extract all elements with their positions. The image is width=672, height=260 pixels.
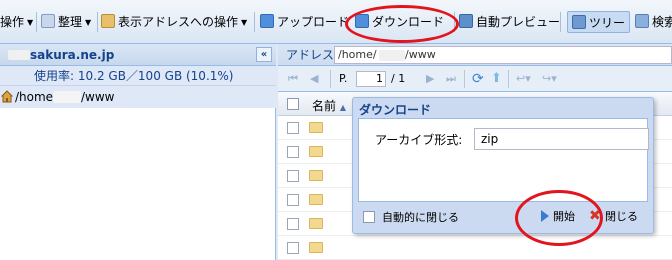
row-checkbox[interactable] — [287, 170, 299, 182]
folder-icon — [309, 146, 323, 157]
upload-label: アップロード — [277, 15, 350, 29]
folder-icon — [309, 218, 323, 229]
address-suffix: /www — [405, 48, 436, 61]
collapse-icon: « — [260, 49, 268, 60]
display-ops-menu[interactable]: 表示アドレスへの操作 ▼ — [101, 11, 247, 33]
main-toolbar: 操作 ▼ 整理 ▼ 表示アドレスへの操作 ▼ アップロード ダウンロード 自動プレビュ… — [0, 0, 672, 44]
name-column-label: 名前 — [312, 99, 337, 113]
row-checkbox[interactable] — [287, 194, 299, 206]
address-label: アドレス: — [286, 48, 339, 62]
toolbar-divider — [560, 12, 561, 32]
tree-item-www[interactable]: /home/ /www — [0, 86, 276, 108]
search-label: 検索 — [652, 15, 672, 29]
sort-asc-icon: ▲ — [339, 103, 346, 112]
next-page-icon[interactable]: ▶ — [426, 71, 434, 87]
refresh-icon[interactable]: ⟳ — [472, 71, 484, 87]
display-ops-label: 表示アドレスへの操作 — [118, 15, 239, 29]
organize-icon — [41, 14, 55, 28]
paging-toolbar: ⏮ ◀ P. 1 / 1 ▶ ⏭ ⟳ ⬆ ↩▾ ↪▾ — [278, 66, 672, 92]
download-dialog: ダウンロード アーカイブ形式: zip 自動的に閉じる 開始 ✖ 閉じる — [352, 97, 654, 234]
tree-toggle-button[interactable]: ツリー — [567, 11, 631, 33]
archive-format-label: アーカイブ形式: — [375, 133, 463, 147]
toolbar-divider — [36, 12, 37, 32]
preview-label: 自動プレビュー — [476, 15, 561, 29]
tree-path-suffix: /www — [81, 90, 115, 104]
first-page-icon[interactable]: ⏮ — [288, 71, 298, 87]
collapse-panel-button[interactable]: « — [256, 47, 272, 62]
tree-path-prefix: /home/ — [15, 90, 58, 104]
chevron-down-icon: ▼ — [27, 18, 34, 27]
folder-icon — [309, 194, 323, 205]
page-label: P. — [339, 72, 348, 85]
name-column-header[interactable]: 名前 ▲ — [312, 97, 346, 114]
address-input[interactable]: /home/ /www — [334, 46, 672, 64]
folder-icon — [309, 122, 323, 133]
select-all-checkbox[interactable] — [287, 98, 299, 110]
home-icon — [1, 90, 13, 103]
search-button[interactable]: 検索 — [635, 11, 672, 33]
pencil-icon — [101, 14, 115, 28]
page-total: / 1 — [391, 72, 406, 85]
folder-icon — [309, 170, 323, 181]
auto-close-label: 自動的に閉じる — [382, 211, 459, 224]
ops-label: 操作 — [0, 15, 25, 29]
page-input[interactable]: 1 — [356, 71, 386, 87]
dialog-body: アーカイブ形式: zip — [358, 118, 649, 202]
upload-icon — [260, 14, 274, 28]
chevron-down-icon: ▼ — [85, 18, 92, 27]
last-page-icon[interactable]: ⏭ — [446, 71, 456, 87]
annotation-ring-download — [345, 5, 459, 43]
tree-label: ツリー — [589, 16, 626, 30]
redacted-block — [8, 50, 30, 60]
disk-usage: 使用率: 10.2 GB／100 GB (10.1%) — [0, 66, 276, 86]
tree-icon — [572, 15, 586, 29]
up-folder-icon[interactable]: ⬆ — [491, 71, 502, 87]
dialog-title: ダウンロード — [359, 103, 432, 117]
archive-format-select[interactable]: zip — [474, 128, 649, 150]
toolbar-divider — [97, 12, 98, 32]
row-checkbox[interactable] — [287, 242, 299, 254]
row-checkbox[interactable] — [287, 146, 299, 158]
organize-menu[interactable]: 整理 ▼ — [41, 11, 91, 33]
back-icon[interactable]: ↩▾ — [516, 71, 531, 87]
preview-icon — [459, 14, 473, 28]
file-row[interactable] — [278, 236, 672, 260]
search-icon — [635, 14, 649, 28]
auto-preview-button[interactable]: 自動プレビュー — [459, 11, 560, 33]
dialog-footer: 自動的に閉じる 開始 ✖ 閉じる — [358, 205, 648, 229]
address-bar: アドレス: /home/ /www — [278, 44, 672, 66]
server-host: sakura.ne.jp — [30, 48, 115, 62]
auto-close-checkbox[interactable] — [363, 211, 375, 223]
ops-menu[interactable]: 操作 ▼ — [0, 11, 33, 33]
chevron-down-icon: ▼ — [241, 18, 248, 27]
address-prefix: /home/ — [338, 48, 377, 61]
server-header: sakura.ne.jp « — [0, 44, 276, 66]
organize-label: 整理 — [58, 15, 83, 29]
row-checkbox[interactable] — [287, 218, 299, 230]
close-label: 閉じる — [605, 210, 638, 223]
upload-button[interactable]: アップロード — [260, 11, 349, 33]
left-panel: sakura.ne.jp « 使用率: 10.2 GB／100 GB (10.1… — [0, 44, 276, 260]
toolbar-divider — [508, 70, 509, 88]
row-checkbox[interactable] — [287, 122, 299, 134]
redacted-block — [379, 50, 405, 61]
prev-page-icon[interactable]: ◀ — [310, 71, 318, 87]
redacted-block — [53, 91, 81, 103]
toolbar-divider — [330, 70, 331, 88]
toolbar-divider — [254, 12, 255, 32]
toolbar-divider — [464, 70, 465, 88]
forward-icon[interactable]: ↪▾ — [542, 71, 557, 87]
annotation-ring-start — [515, 190, 603, 246]
folder-icon — [309, 242, 323, 253]
